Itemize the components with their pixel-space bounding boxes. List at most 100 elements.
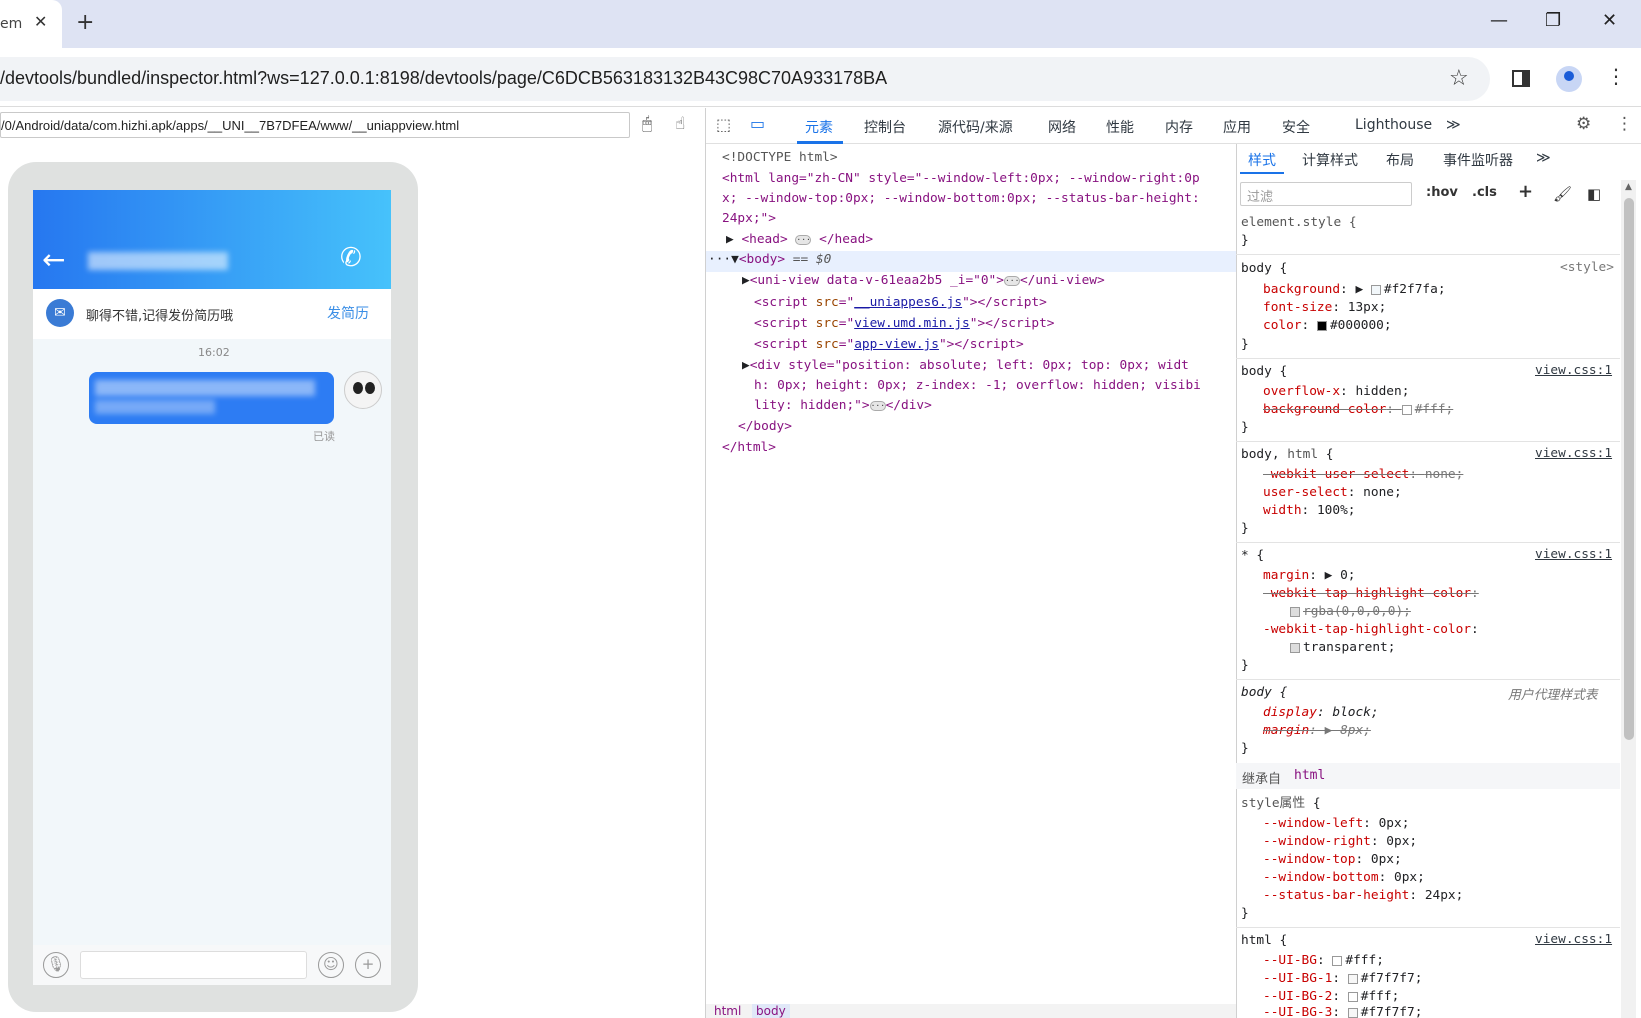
inspect-element-icon[interactable]: ⬚ — [716, 115, 731, 134]
breadcrumb-html[interactable]: html — [714, 1004, 741, 1018]
color-swatch[interactable] — [1290, 642, 1300, 653]
rule-source-link[interactable]: view.css:1 — [1535, 446, 1612, 461]
node-dots-icon[interactable]: ··· — [708, 252, 731, 267]
chat-input[interactable] — [80, 951, 307, 979]
tab-elements[interactable]: 元素 — [805, 117, 833, 137]
decl-ui-bg-1[interactable]: --UI-BG-1: #f7f7f7; — [1263, 970, 1422, 987]
tab-memory[interactable]: 内存 — [1165, 117, 1193, 137]
tab-security[interactable]: 安全 — [1282, 117, 1310, 137]
decl-color[interactable]: color: #000000; — [1263, 317, 1392, 334]
color-swatch[interactable] — [1347, 1007, 1358, 1018]
add-icon[interactable]: + — [355, 952, 381, 978]
script-link-2[interactable]: view.umd.min.js — [854, 316, 970, 331]
body-rule-2[interactable]: body { — [1241, 363, 1287, 380]
decl-margin[interactable]: margin: ▶ 0; — [1263, 567, 1356, 584]
tab-performance[interactable]: 性能 — [1106, 117, 1134, 137]
tab-computed[interactable]: 计算样式 — [1302, 150, 1358, 170]
close-tab-icon[interactable]: ✕ — [34, 12, 47, 31]
new-tab-icon[interactable]: + — [76, 10, 94, 35]
breadcrumb-body[interactable]: body — [752, 1004, 790, 1018]
tab-sources[interactable]: 源代码/来源 — [938, 117, 1013, 137]
color-swatch[interactable] — [1290, 606, 1300, 617]
phone-call-icon[interactable]: ✆ — [340, 243, 362, 273]
script-node-1[interactable]: <script src="__uniappes6.js"></script> — [754, 295, 1047, 310]
div-node[interactable]: ▶<div style="position: absolute; left: 0… — [742, 358, 1189, 373]
decl-width[interactable]: width: 100%; — [1263, 502, 1356, 519]
decl-var-3[interactable]: --window-bottom: 0px; — [1263, 869, 1425, 886]
color-swatch[interactable] — [1401, 404, 1412, 415]
browser-tab[interactable]: em ✕ — [0, 0, 62, 48]
microphone-icon[interactable]: 🎙 — [43, 952, 69, 978]
tab-console[interactable]: 控制台 — [864, 117, 906, 137]
mouse-icon[interactable]: 🖱 — [642, 114, 652, 134]
minimize-icon[interactable]: — — [1490, 10, 1508, 31]
decl-var-4[interactable]: --status-bar-height: 24px; — [1263, 887, 1463, 904]
decl-var-2[interactable]: --window-top: 0px; — [1263, 851, 1402, 868]
decl-font-size[interactable]: font-size: 13px; — [1263, 299, 1386, 316]
decl-bg-color-overridden[interactable]: background-color: #fff; — [1263, 401, 1453, 418]
decl-ui-bg-0[interactable]: --UI-BG: #fff; — [1263, 952, 1384, 969]
tab-styles[interactable]: 样式 — [1248, 150, 1276, 170]
tab-network[interactable]: 网络 — [1048, 117, 1076, 137]
body-html-rule[interactable]: body, html { — [1241, 446, 1333, 463]
message-bubble-blurred[interactable] — [89, 372, 334, 424]
decl-overflow-x[interactable]: overflow-x: hidden; — [1263, 383, 1409, 400]
device-toolbar-icon[interactable]: ▭ — [750, 114, 765, 133]
script-link-1[interactable]: __uniappes6.js — [854, 295, 962, 310]
color-swatch[interactable] — [1370, 284, 1381, 295]
uniview-node[interactable]: ▶<uni-view data-v-61eaa2b5 _i="0">···</u… — [742, 273, 1105, 288]
decl-ua-margin[interactable]: margin: ▶ 8px; — [1263, 722, 1371, 739]
universal-rule[interactable]: * { — [1241, 547, 1264, 564]
decl-background[interactable]: background: ▶ #f2f7fa; — [1263, 281, 1446, 298]
styles-filter-input[interactable]: 过滤 — [1240, 182, 1412, 206]
color-swatch[interactable] — [1316, 320, 1327, 331]
ellipsis-icon[interactable]: ··· — [795, 234, 812, 245]
decl-webkit-user-select[interactable]: -webkit-user-select: none; — [1263, 466, 1463, 483]
decl-var-0[interactable]: --window-left: 0px; — [1263, 815, 1409, 832]
restore-icon[interactable]: ❐ — [1545, 10, 1561, 31]
send-resume-button[interactable]: 发简历 — [327, 303, 369, 323]
tab-application[interactable]: 应用 — [1223, 117, 1251, 137]
decl-ui-bg-2[interactable]: --UI-BG-2: #fff; — [1263, 988, 1399, 1005]
rule-source-link[interactable]: view.css:1 — [1535, 547, 1612, 562]
color-swatch[interactable] — [1332, 955, 1343, 966]
style-attr-rule[interactable]: style属性 { — [1241, 795, 1321, 812]
more-tabs-icon[interactable]: ≫ — [1446, 117, 1461, 133]
html-rule[interactable]: html { — [1241, 932, 1287, 949]
browser-menu-icon[interactable]: ⋮ — [1606, 64, 1626, 88]
settings-gear-icon[interactable]: ⚙ — [1576, 114, 1591, 134]
profile-avatar-icon[interactable] — [1556, 66, 1582, 92]
devtools-menu-icon[interactable]: ⋮ — [1616, 114, 1633, 134]
decl-user-select[interactable]: user-select: none; — [1263, 484, 1402, 501]
back-arrow-icon[interactable]: ← — [42, 243, 65, 276]
body-node[interactable]: ···▼<body> == $0 — [708, 252, 831, 267]
decl-tap-highlight-overridden[interactable]: -webkit-tap-highlight-color: — [1263, 585, 1479, 602]
element-style-rule[interactable]: element.style { — [1241, 214, 1357, 231]
scroll-up-icon[interactable]: ▲ — [1625, 182, 1632, 192]
tab-event-listeners[interactable]: 事件监听器 — [1443, 150, 1513, 170]
toggle-sidebar-icon[interactable]: ◧ — [1587, 185, 1601, 203]
scrollbar-thumb[interactable] — [1624, 198, 1634, 740]
decl-display[interactable]: display: block; — [1263, 704, 1379, 721]
decl-tap-highlight[interactable]: -webkit-tap-highlight-color: — [1263, 621, 1479, 638]
emoji-icon[interactable]: ☺ — [318, 952, 344, 978]
screencast-url-field[interactable]: /0/Android/data/com.hizhi.apk/apps/__UNI… — [0, 112, 630, 138]
head-node[interactable]: ▶ <head> ··· </head> — [726, 232, 873, 247]
collapse-arrow-icon[interactable]: ▼ — [731, 252, 739, 267]
hov-toggle[interactable]: :hov — [1426, 185, 1458, 200]
address-bar[interactable]: /devtools/bundled/inspector.html?ws=127.… — [0, 57, 1490, 101]
panda-avatar[interactable] — [344, 371, 382, 409]
tab-layout[interactable]: 布局 — [1386, 150, 1414, 170]
script-node-2[interactable]: <script src="view.umd.min.js"></script> — [754, 316, 1055, 331]
rule-source-link[interactable]: view.css:1 — [1535, 932, 1612, 947]
expand-arrow-icon[interactable]: ▶ — [726, 232, 734, 247]
rule-source-link[interactable]: view.css:1 — [1535, 363, 1612, 378]
tab-lighthouse[interactable]: Lighthouse — [1355, 117, 1432, 133]
side-panel-icon[interactable] — [1512, 70, 1530, 87]
paint-brush-icon[interactable]: 🖌 — [1553, 185, 1572, 203]
expand-arrow-icon[interactable]: ▶ — [742, 273, 750, 288]
color-swatch[interactable] — [1347, 973, 1358, 984]
script-link-3[interactable]: app-view.js — [854, 337, 939, 352]
html-open-line[interactable]: <html lang="zh-CN" style="--window-left:… — [722, 171, 1200, 186]
color-swatch[interactable] — [1347, 991, 1358, 1002]
